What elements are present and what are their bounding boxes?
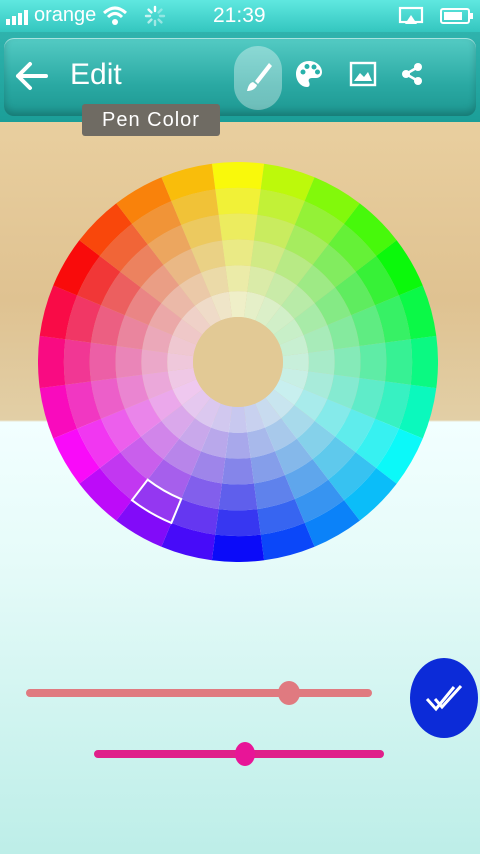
top-toolbar: Edit bbox=[0, 32, 480, 122]
size-slider-thumb[interactable] bbox=[277, 681, 300, 705]
color-wheel-swatch[interactable] bbox=[63, 339, 91, 385]
color-wheel-center bbox=[193, 317, 283, 407]
color-wheel-swatch[interactable] bbox=[385, 339, 413, 385]
color-wheel-swatch[interactable] bbox=[218, 483, 258, 511]
pen-color-tooltip: Pen Color bbox=[82, 104, 220, 136]
color-wheel-swatch[interactable] bbox=[211, 534, 265, 562]
color-wheel[interactable] bbox=[38, 162, 438, 562]
palette-tool-button[interactable] bbox=[287, 52, 331, 96]
color-wheel-swatch[interactable] bbox=[333, 346, 361, 378]
color-wheel-swatch[interactable] bbox=[410, 335, 438, 389]
battery-icon bbox=[440, 8, 473, 24]
signal-strength-icon bbox=[6, 7, 28, 25]
share-icon bbox=[402, 63, 422, 85]
back-button[interactable] bbox=[14, 58, 50, 94]
size-slider-track[interactable] bbox=[26, 689, 372, 697]
color-wheel-swatch[interactable] bbox=[222, 239, 254, 267]
color-wheel-swatch[interactable] bbox=[225, 265, 251, 292]
loading-spinner-icon bbox=[145, 5, 166, 26]
clock: 21:39 bbox=[213, 4, 266, 27]
status-bar: orange 21:39 bbox=[0, 0, 480, 32]
image-tool-button[interactable] bbox=[341, 52, 385, 96]
color-wheel-swatch[interactable] bbox=[115, 346, 143, 378]
color-wheel-swatch[interactable] bbox=[215, 187, 261, 215]
image-icon bbox=[349, 61, 377, 87]
color-wheel-swatch[interactable] bbox=[211, 162, 265, 190]
color-wheel-swatch[interactable] bbox=[308, 349, 335, 375]
double-check-icon bbox=[425, 684, 463, 712]
color-wheel-swatch[interactable] bbox=[222, 457, 254, 485]
color-wheel-swatch[interactable] bbox=[359, 342, 387, 382]
share-tool-button[interactable] bbox=[390, 52, 434, 96]
wifi-icon bbox=[103, 6, 128, 25]
color-wheel-swatch[interactable] bbox=[218, 213, 258, 241]
color-wheel-swatch[interactable] bbox=[38, 335, 66, 389]
page-title: Edit bbox=[70, 58, 122, 91]
color-wheel-swatch[interactable] bbox=[141, 349, 168, 375]
color-wheel-swatch[interactable] bbox=[215, 509, 261, 537]
opacity-slider-thumb[interactable] bbox=[234, 742, 255, 766]
screen-mirroring-icon bbox=[398, 6, 424, 24]
carrier-name: orange bbox=[34, 4, 97, 26]
color-wheel-swatch[interactable] bbox=[89, 342, 117, 382]
confirm-button[interactable] bbox=[410, 658, 478, 738]
palette-icon bbox=[296, 61, 322, 87]
brush-icon bbox=[247, 63, 272, 91]
toolbar-panel: Edit bbox=[4, 38, 476, 116]
color-wheel-swatch[interactable] bbox=[225, 432, 251, 459]
carrier-group: orange bbox=[6, 4, 166, 27]
pen-tool-button[interactable] bbox=[234, 46, 282, 110]
